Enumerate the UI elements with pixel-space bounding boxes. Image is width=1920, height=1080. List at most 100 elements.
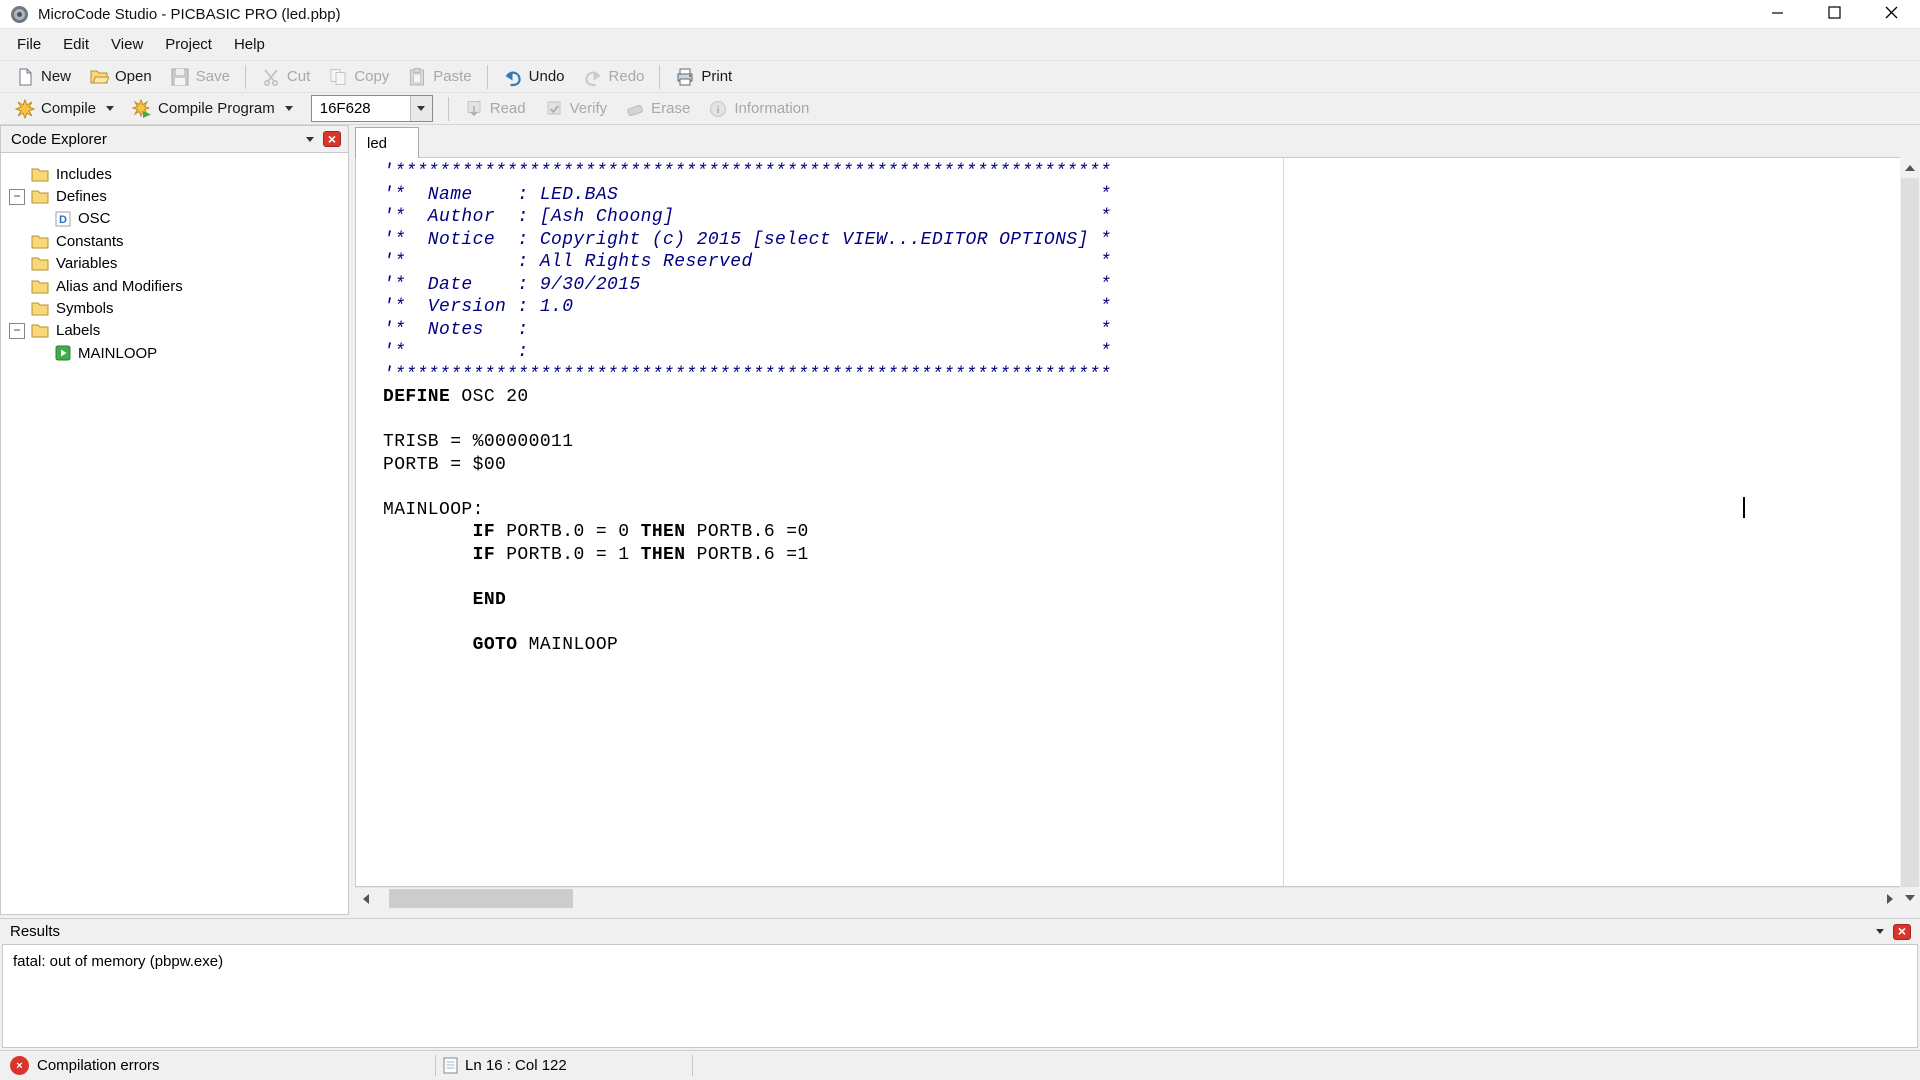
vertical-scroll-thumb[interactable] [1901, 178, 1919, 887]
device-select[interactable]: 16F628 [310, 95, 433, 122]
redo-button[interactable]: Redo [574, 64, 654, 90]
results-header: Results × [0, 918, 1920, 944]
open-folder-icon [89, 67, 110, 87]
open-button[interactable]: Open [80, 64, 161, 90]
erase-icon [625, 99, 645, 119]
new-button[interactable]: New [6, 64, 80, 90]
copy-button[interactable]: Copy [319, 64, 398, 90]
toggle-spacer [9, 233, 25, 249]
button-label: Information [734, 100, 810, 117]
compile-tools: Read Verify Erase i Information [455, 96, 819, 122]
close-button[interactable] [1863, 0, 1920, 29]
folder-icon [31, 167, 49, 182]
vertical-scrollbar[interactable] [1900, 157, 1920, 908]
cursor-position: Ln 16 : Col 122 [465, 1057, 567, 1074]
toggle-spacer [9, 166, 25, 182]
collapse-toggle[interactable]: − [9, 188, 25, 205]
button-label: Undo [528, 68, 565, 85]
chevron-down-icon[interactable] [409, 96, 432, 121]
maximize-button[interactable] [1806, 0, 1863, 29]
horizontal-scroll-thumb[interactable] [389, 889, 573, 908]
svg-text:i: i [717, 104, 720, 116]
horizontal-scrollbar[interactable] [355, 887, 1900, 908]
read-button[interactable]: Read [455, 96, 535, 122]
button-label: Open [115, 68, 152, 85]
scroll-right-button[interactable] [1879, 888, 1900, 909]
chevron-down-icon [106, 106, 115, 111]
clipboard-icon [407, 67, 427, 87]
scroll-up-button[interactable] [1900, 157, 1920, 178]
button-label: Paste [433, 68, 472, 85]
code-line: IF PORTB.0 = 1 THEN PORTB.6 =1 [472, 544, 809, 565]
tree-item-alias-and-modifiers[interactable]: Alias and Modifiers [1, 275, 348, 297]
tree-item-variables[interactable]: Variables [1, 253, 348, 275]
results-close-button[interactable]: × [1893, 923, 1911, 940]
code-line: '* Author : [Ash Choong] * [383, 207, 1112, 227]
status-message: Compilation errors [37, 1057, 160, 1074]
tree-item-labels[interactable]: − Labels [1, 320, 348, 342]
explorer-close-button[interactable]: × [323, 131, 341, 147]
menu-view[interactable]: View [100, 31, 154, 58]
toggle-spacer [9, 301, 25, 317]
toolbar-separator [486, 64, 488, 89]
info-icon: i [708, 99, 728, 119]
code-line: GOTO MAINLOOP [472, 634, 619, 655]
menu-file[interactable]: File [6, 31, 52, 58]
code-explorer-header: Code Explorer × [0, 125, 349, 153]
menu-edit[interactable]: Edit [52, 31, 100, 58]
print-button[interactable]: Print [666, 64, 741, 90]
minimize-icon [1771, 6, 1784, 23]
folder-icon [31, 234, 49, 249]
tree-item-label: Symbols [56, 300, 114, 318]
collapse-toggle[interactable]: − [9, 322, 25, 339]
tree-item-symbols[interactable]: Symbols [1, 297, 348, 319]
compile-button[interactable]: Compile [6, 96, 123, 122]
button-label: Verify [569, 100, 608, 117]
save-button[interactable]: Save [161, 64, 239, 90]
window-controls [1749, 0, 1920, 29]
code-line: TRISB = %00000011 [383, 432, 574, 452]
text-caret [1743, 497, 1745, 518]
code-line: '* : * [383, 342, 1112, 362]
tab-led[interactable]: led [355, 127, 419, 158]
tree-item-constants[interactable]: Constants [1, 230, 348, 252]
tree-item-mainloop[interactable]: MAINLOOP [1, 342, 348, 364]
minimize-button[interactable] [1749, 0, 1806, 29]
redo-arrow-icon [583, 67, 603, 87]
button-label: Print [701, 68, 733, 85]
margin-guide [1283, 158, 1284, 886]
explorer-dropdown-icon[interactable] [306, 136, 314, 142]
scroll-down-button[interactable] [1900, 887, 1920, 908]
compile-program-button[interactable]: Compile Program [123, 96, 302, 122]
button-label: Redo [608, 68, 645, 85]
code-line: '* Version : 1.0 * [383, 297, 1112, 317]
menu-help[interactable]: Help [223, 31, 276, 58]
code-content[interactable]: '***************************************… [383, 161, 1111, 656]
scroll-left-button[interactable] [355, 888, 376, 909]
verify-button[interactable]: Verify [535, 96, 617, 122]
results-output: fatal: out of memory (pbpw.exe) [2, 944, 1918, 1048]
tree-item-label: Alias and Modifiers [56, 277, 183, 295]
erase-button[interactable]: Erase [616, 96, 699, 122]
tree-item-defines[interactable]: − Defines [1, 185, 348, 207]
code-line: IF PORTB.0 = 0 THEN PORTB.6 =0 [472, 522, 809, 542]
menu-project[interactable]: Project [154, 31, 223, 58]
undo-button[interactable]: Undo [494, 64, 574, 90]
button-label: Erase [651, 100, 691, 117]
folder-icon [31, 256, 49, 271]
toggle-spacer [9, 278, 25, 294]
editor[interactable]: '***************************************… [355, 157, 1900, 887]
tree-item-includes[interactable]: Includes [1, 163, 348, 185]
compile-toolbar: Compile Compile Program 16F628 Read Verif… [0, 92, 1920, 125]
device-select-value: 16F628 [319, 100, 371, 117]
app-icon [10, 5, 29, 24]
information-button[interactable]: i Information [699, 96, 818, 122]
paste-button[interactable]: Paste [398, 64, 480, 90]
save-disk-icon [170, 67, 190, 87]
results-dropdown-icon[interactable] [1876, 929, 1884, 934]
results-message[interactable]: fatal: out of memory (pbpw.exe) [13, 953, 223, 970]
folder-icon [31, 189, 49, 204]
cut-button[interactable]: Cut [252, 64, 319, 90]
tree-item-osc[interactable]: D OSC [1, 208, 348, 230]
